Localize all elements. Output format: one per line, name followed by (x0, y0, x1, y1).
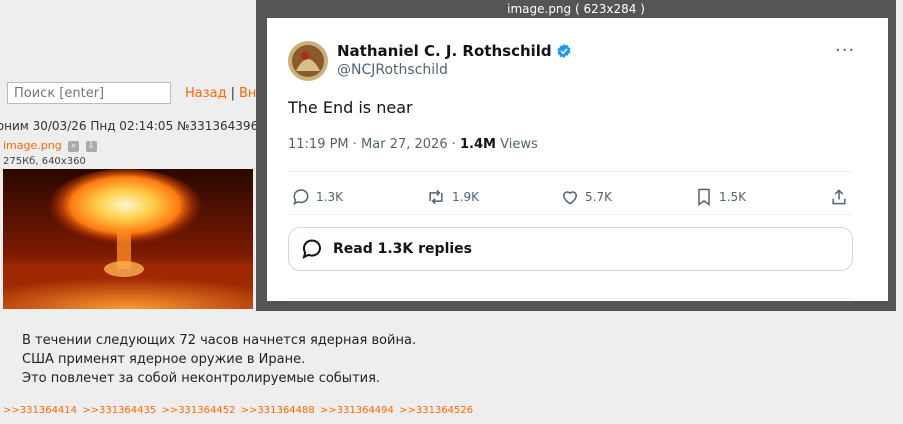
reply-links: >>331364414 >>331364435 >>331364452 >>33… (3, 405, 475, 416)
file-info: 275Кб, 640x360 (3, 156, 86, 167)
reply-link[interactable]: >>331364452 (161, 405, 235, 416)
retweet-count: 1.9K (452, 190, 479, 204)
share-button[interactable] (829, 186, 854, 208)
handle[interactable]: @NCJRothschild (337, 62, 448, 78)
reply-link[interactable]: >>331364488 (241, 405, 315, 416)
display-name-text[interactable]: Nathaniel C. J. Rothschild (337, 42, 552, 60)
retweet-icon (429, 189, 443, 205)
reply-link[interactable]: >>331364494 (320, 405, 394, 416)
file-line: image.png ⌕ ⇩ (3, 139, 97, 152)
bookmark-icon (698, 188, 710, 206)
tweet-timestamp[interactable]: 11:19 PM · Mar 27, 2026 · (288, 137, 460, 152)
search-image-icon[interactable]: ⌕ (68, 140, 80, 152)
viewer-title: image.png ( 623x284 ) (507, 2, 645, 16)
reply-link[interactable]: >>331364414 (3, 405, 77, 416)
bookmark-count: 1.5K (719, 190, 746, 204)
bookmark-button[interactable]: 1.5K (694, 186, 746, 208)
retweet-button[interactable]: 1.9K (425, 186, 479, 208)
message-line: США применят ядерное оружие в Иране. (22, 352, 306, 367)
message-line: В течении следующих 72 часов начнется яд… (22, 333, 417, 348)
more-options-icon[interactable]: ··· (835, 40, 855, 61)
divider (288, 214, 853, 215)
display-name[interactable]: Nathaniel C. J. Rothschild (337, 42, 572, 63)
share-icon (832, 189, 846, 205)
reply-link[interactable]: >>331364526 (399, 405, 473, 416)
views-count: 1.4M (460, 137, 496, 152)
read-replies-label: Read 1.3K replies (333, 241, 472, 257)
verified-badge-icon (556, 43, 572, 63)
back-link[interactable]: Назад (185, 86, 227, 101)
avatar[interactable] (288, 41, 328, 81)
divider (288, 298, 853, 299)
reply-icon (293, 189, 309, 206)
file-name-link[interactable]: image.png (3, 139, 62, 152)
post-header: юним 30/03/26 Пнд 02:14:05 №331364396 (0, 119, 259, 133)
nav-links: Назад | Вн (185, 86, 256, 101)
views-label: Views (495, 137, 538, 152)
search-input[interactable] (7, 82, 171, 104)
divider (288, 171, 853, 172)
nav-separator: | (230, 86, 235, 101)
heart-icon (562, 191, 578, 205)
read-replies-button[interactable]: Read 1.3K replies (288, 227, 853, 271)
reply-count: 1.3K (316, 190, 343, 204)
reply-link[interactable]: >>331364435 (82, 405, 156, 416)
message-line: Это повлечет за собой неконтролируемые с… (22, 371, 381, 386)
post-image-thumbnail[interactable] (3, 169, 253, 309)
like-count: 5.7K (585, 190, 612, 204)
tweet-card: Nathaniel C. J. Rothschild @NCJRothschil… (267, 18, 888, 301)
next-link[interactable]: Вн (239, 86, 256, 101)
image-viewer[interactable]: image.png ( 623x284 ) Nathaniel C. J. Ro… (256, 0, 896, 311)
like-button[interactable]: 5.7K (560, 186, 612, 208)
chat-bubble-icon (302, 239, 321, 259)
download-icon[interactable]: ⇩ (85, 140, 97, 152)
post-message: В течении следующих 72 часов начнется яд… (22, 331, 416, 388)
reply-button[interactable]: 1.3K (291, 186, 343, 208)
tweet-text: The End is near (288, 98, 413, 117)
tweet-meta: 11:19 PM · Mar 27, 2026 · 1.4M Views (288, 137, 538, 152)
